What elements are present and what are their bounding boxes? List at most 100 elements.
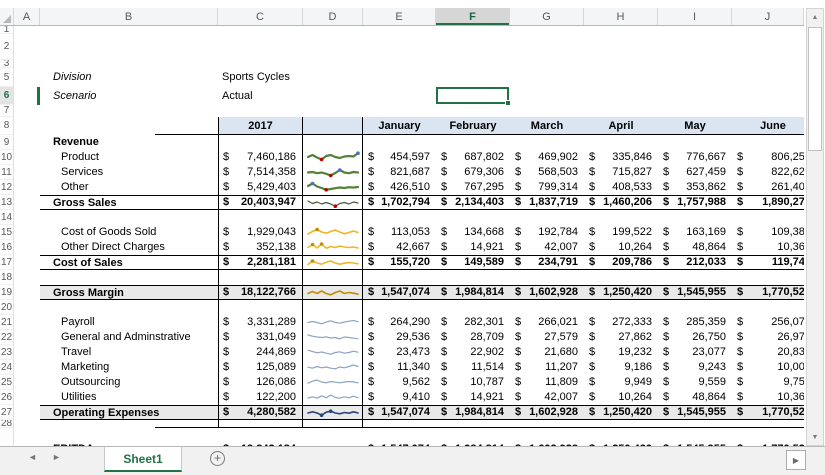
row-header-15[interactable]: 15 (0, 225, 13, 240)
cell-label[interactable] (40, 270, 218, 285)
cell-month-value[interactable]: $1,547,074 (363, 285, 436, 300)
cell-month-value[interactable]: $23,077 (658, 345, 732, 360)
row-header-24[interactable]: 24 (0, 360, 13, 375)
cell-month-value[interactable] (584, 270, 658, 285)
row-header-28[interactable]: 28 (0, 420, 13, 428)
cell-month-value[interactable]: $28,709 (436, 330, 510, 345)
column-header-c[interactable]: C (218, 8, 303, 25)
cell-year-value[interactable]: $18,122,766 (218, 285, 303, 300)
cell-year-value[interactable]: $1,929,043 (218, 225, 303, 240)
fill-handle[interactable] (505, 100, 511, 106)
column-header-b[interactable]: B (40, 8, 218, 25)
tab-sheet1[interactable]: Sheet1 (104, 447, 182, 472)
cell-label[interactable]: Outsourcing (40, 375, 218, 390)
cell-month-value[interactable]: $1,547,074 (363, 405, 436, 420)
cell-year-value[interactable]: $331,049 (218, 330, 303, 345)
cell-month-value[interactable]: $10,003 (732, 360, 804, 375)
cell-month-value[interactable]: $10,264 (584, 390, 658, 405)
cell-d8[interactable] (303, 117, 363, 135)
cell-year-value[interactable]: $20,403,947 (218, 195, 303, 210)
cell-meta-label[interactable]: Scenario (40, 87, 218, 105)
row-header-7[interactable]: 7 (0, 105, 13, 117)
cell-label[interactable]: Other (40, 180, 218, 195)
cell-month-value[interactable]: $272,333 (584, 315, 658, 330)
cell-month-value[interactable]: $1,890,278 (732, 195, 804, 210)
cell-month-value[interactable]: $42,007 (510, 240, 584, 255)
cell-month-value[interactable]: $799,314 (510, 180, 584, 195)
cell-month-header[interactable]: April (584, 117, 658, 135)
cell-month-value[interactable]: $1,984,814 (436, 285, 510, 300)
cell-month-header[interactable]: May (658, 117, 732, 135)
cell-month-value[interactable]: $822,625 (732, 165, 804, 180)
cell-month-value[interactable]: $19,232 (584, 345, 658, 360)
cell-month-value[interactable]: $134,668 (436, 225, 510, 240)
cell-label[interactable]: Revenue (40, 135, 218, 150)
cell-month-value[interactable]: $9,559 (658, 375, 732, 390)
cell-b8[interactable] (40, 117, 218, 135)
cell-month-value[interactable] (584, 210, 658, 225)
cell-month-header[interactable]: March (510, 117, 584, 135)
cell-month-value[interactable]: $155,720 (363, 255, 436, 270)
cell-sparkline[interactable] (303, 330, 363, 345)
cell-label[interactable]: Utilities (40, 390, 218, 405)
cell-month-value[interactable]: $42,667 (363, 240, 436, 255)
cell-month-header[interactable]: January (363, 117, 436, 135)
cell-year-value[interactable]: $125,089 (218, 360, 303, 375)
cell-month-value[interactable]: $119,749 (732, 255, 804, 270)
cell-month-value[interactable]: $1,250,420 (584, 285, 658, 300)
cell-sparkline[interactable] (303, 255, 363, 270)
cell-month-value[interactable]: $426,510 (363, 180, 436, 195)
row-header-27[interactable]: 27 (0, 405, 13, 420)
cell-title[interactable] (40, 34, 800, 60)
cell-label[interactable]: Gross Sales (40, 195, 218, 210)
cell-label[interactable] (40, 210, 218, 225)
cell-month-value[interactable]: $256,072 (732, 315, 804, 330)
cell-month-value[interactable] (732, 135, 804, 150)
cell-month-value[interactable] (363, 135, 436, 150)
cell-month-value[interactable]: $776,667 (658, 150, 732, 165)
cell-month-value[interactable] (510, 300, 584, 315)
row-header-1[interactable]: 1 (0, 26, 13, 34)
cell-month-value[interactable]: $21,680 (510, 345, 584, 360)
cell-month-value[interactable] (363, 210, 436, 225)
prev-sheet-icon[interactable]: ◄ (28, 452, 37, 462)
cell-sparkline[interactable] (303, 240, 363, 255)
cell-month-value[interactable]: $48,864 (658, 240, 732, 255)
cell-month-value[interactable]: $1,770,529 (732, 285, 804, 300)
cell-month-value[interactable]: $353,862 (658, 180, 732, 195)
cell-month-value[interactable]: $282,301 (436, 315, 510, 330)
cell-label[interactable]: Cost of Sales (40, 255, 218, 270)
cell-label[interactable] (40, 428, 218, 442)
scroll-down-button[interactable]: ▼ (807, 429, 823, 445)
cell-sparkline[interactable] (303, 270, 363, 285)
cell-label[interactable]: Other Direct Charges (40, 240, 218, 255)
column-header-h[interactable]: H (584, 8, 658, 25)
cell-sparkline[interactable] (303, 428, 363, 442)
cell-month-value[interactable]: $767,295 (436, 180, 510, 195)
cell-month-header[interactable]: February (436, 117, 510, 135)
cell-sparkline[interactable] (303, 285, 363, 300)
cell-year-value[interactable] (218, 300, 303, 315)
cell-sparkline[interactable] (303, 135, 363, 150)
cell-month-value[interactable] (584, 300, 658, 315)
row-header-19[interactable]: 19 (0, 285, 13, 300)
cell-sparkline[interactable] (303, 150, 363, 165)
cell-month-value[interactable]: $806,250 (732, 150, 804, 165)
cell-sparkline[interactable] (303, 210, 363, 225)
cell-year-value[interactable]: $122,200 (218, 390, 303, 405)
row-header-23[interactable]: 23 (0, 345, 13, 360)
cell-month-value[interactable]: $687,802 (436, 150, 510, 165)
cell-label[interactable]: Marketing (40, 360, 218, 375)
cell-month-value[interactable]: $20,835 (732, 345, 804, 360)
row-header-25[interactable]: 25 (0, 375, 13, 390)
cell-year-value[interactable]: $244,869 (218, 345, 303, 360)
column-header-e[interactable]: E (363, 8, 436, 25)
cell-month-value[interactable] (363, 428, 436, 442)
cell-month-value[interactable]: $14,921 (436, 240, 510, 255)
row-header-9[interactable]: 9 (0, 135, 13, 150)
cell-label[interactable]: Operating Expenses (40, 405, 218, 420)
row-header-5[interactable]: 5 (0, 68, 13, 87)
cell-year-value[interactable]: $5,429,403 (218, 180, 303, 195)
cell-month-value[interactable]: $408,533 (584, 180, 658, 195)
cell-month-value[interactable]: $10,264 (584, 240, 658, 255)
